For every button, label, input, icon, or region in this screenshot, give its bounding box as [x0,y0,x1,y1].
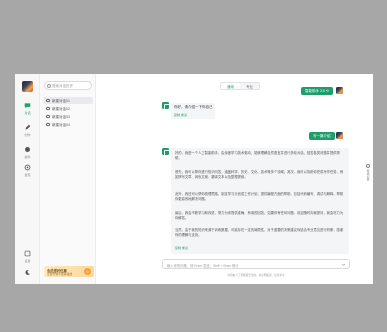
app-window: 对话 创作 插件 发现 设置 搜索对话历史 新建对话01 新建对话02 新建对话… [15,74,373,284]
rail-chat-label: 对话 [24,111,31,115]
rail-plugin-label: 插件 [24,155,31,159]
chat-input[interactable]: 输入你的问题，按 Enter 发送，Shift + Enter 换行 [162,259,350,269]
answer-paragraph: 最后，我会不断学习和改进，努力为你提供准确、有用的回答。如果你有任何问题，欢迎随… [175,211,344,221]
history-icon [366,164,370,168]
plugin-icon [25,147,30,152]
mode-tabs: 通用 专业 [220,82,260,90]
conversation-item[interactable]: 新建对话02 [43,105,93,112]
tab-general[interactable]: 通用 [221,83,240,89]
search-input[interactable]: 搜索对话历史 [44,81,92,90]
rail-discover[interactable]: 发现 [18,164,37,177]
answer-actions[interactable]: 复制 重试 [175,246,188,250]
rail-create-label: 创作 [24,133,31,137]
message-actions[interactable]: 复制 重试 [174,113,187,117]
pen-icon [25,124,31,130]
conversation-sidebar: 搜索对话历史 新建对话01 新建对话02 新建对话03 新建对话04 会员限时优… [40,74,96,284]
rail-create[interactable]: 创作 [18,124,37,137]
bot-avatar [162,102,170,110]
search-icon [47,84,51,88]
promo-banner[interactable]: 会员限时优惠 立即开通享更多权益 ☺ [44,266,94,277]
conversation-title: 新建对话04 [52,122,70,127]
rail-plugin[interactable]: 插件 [18,146,37,159]
history-toggle[interactable]: 会话记录 [365,164,371,190]
settings-icon [24,250,31,257]
app-logo [22,81,33,92]
moon-icon [25,269,30,275]
conversation-icon [46,107,50,110]
answer-paragraph: 此外，我还可以帮你梳理思路，制定学习计划或工作计划，提供编程方面的帮助，包括代码… [175,192,344,202]
rail-settings-label: 设置 [24,259,31,263]
chat-input-placeholder: 输入你的问题，按 Enter 发送，Shift + Enter 换行 [167,263,239,268]
answer-paragraph: 好的，我是一个人工智能助手，由深度学习技术驱动，能够理解自然语言并进行多轮对话，… [175,151,340,161]
bot-avatar [162,148,170,156]
promo-subtitle: 立即开通享更多权益 [47,272,73,276]
conversation-title: 新建对话02 [52,106,70,111]
conversation-icon [46,99,50,102]
chat-main: 通用 专业 智能助手 3.5 ⟲ 你好，请介绍一下你自己 复制 重试 写一篇介绍… [96,74,373,284]
user-message-pill: 写一篇介绍 [309,132,335,140]
user-avatar [336,132,343,139]
model-pill[interactable]: 智能助手 3.5 ⟲ [301,87,333,95]
rail-settings[interactable]: 设置 [18,250,37,263]
conversation-icon [46,123,50,126]
user-avatar [336,87,343,94]
send-icon[interactable] [341,262,346,267]
conversation-title: 新建对话01 [52,98,70,103]
tab-pro[interactable]: 专业 [240,83,259,89]
message-bubble: 你好，请介绍一下你自己 复制 重试 [171,103,215,119]
message-text: 你好，请介绍一下你自己 [174,105,213,109]
promo-icon: ☺ [84,268,91,275]
search-placeholder: 搜索对话历史 [52,84,73,88]
conversation-item[interactable]: 新建对话01 [43,97,93,104]
answer-paragraph: 当然，由于我的知识来源于训练数据，可能存在一定的局限性，对于重要的决策建议你结合… [175,228,344,238]
rail-theme[interactable] [18,269,37,276]
chat-icon [24,103,31,109]
conversation-item[interactable]: 新建对话03 [43,113,93,120]
icon-rail: 对话 创作 插件 发现 设置 [15,74,40,284]
conversation-icon [46,115,50,118]
answer-paragraph: 首先，我可以帮你进行知识问答，涵盖科学、历史、文化、技术等多个领域；其次，我可以… [175,170,344,180]
history-label: 会话记录 [366,169,370,181]
conversation-title: 新建对话03 [52,114,70,119]
answer-bubble: 好的，我是一个人工智能助手，由深度学习技术驱动，能够理解自然语言并进行多轮对话，… [171,148,349,254]
conversation-item[interactable]: 新建对话04 [43,121,93,128]
rail-discover-label: 发现 [24,173,31,177]
discover-icon [24,164,31,171]
disclaimer-text: 内容由人工智能模型生成，请仔细甄别，仅供参考 [227,274,285,277]
rail-chat[interactable]: 对话 [18,102,37,115]
